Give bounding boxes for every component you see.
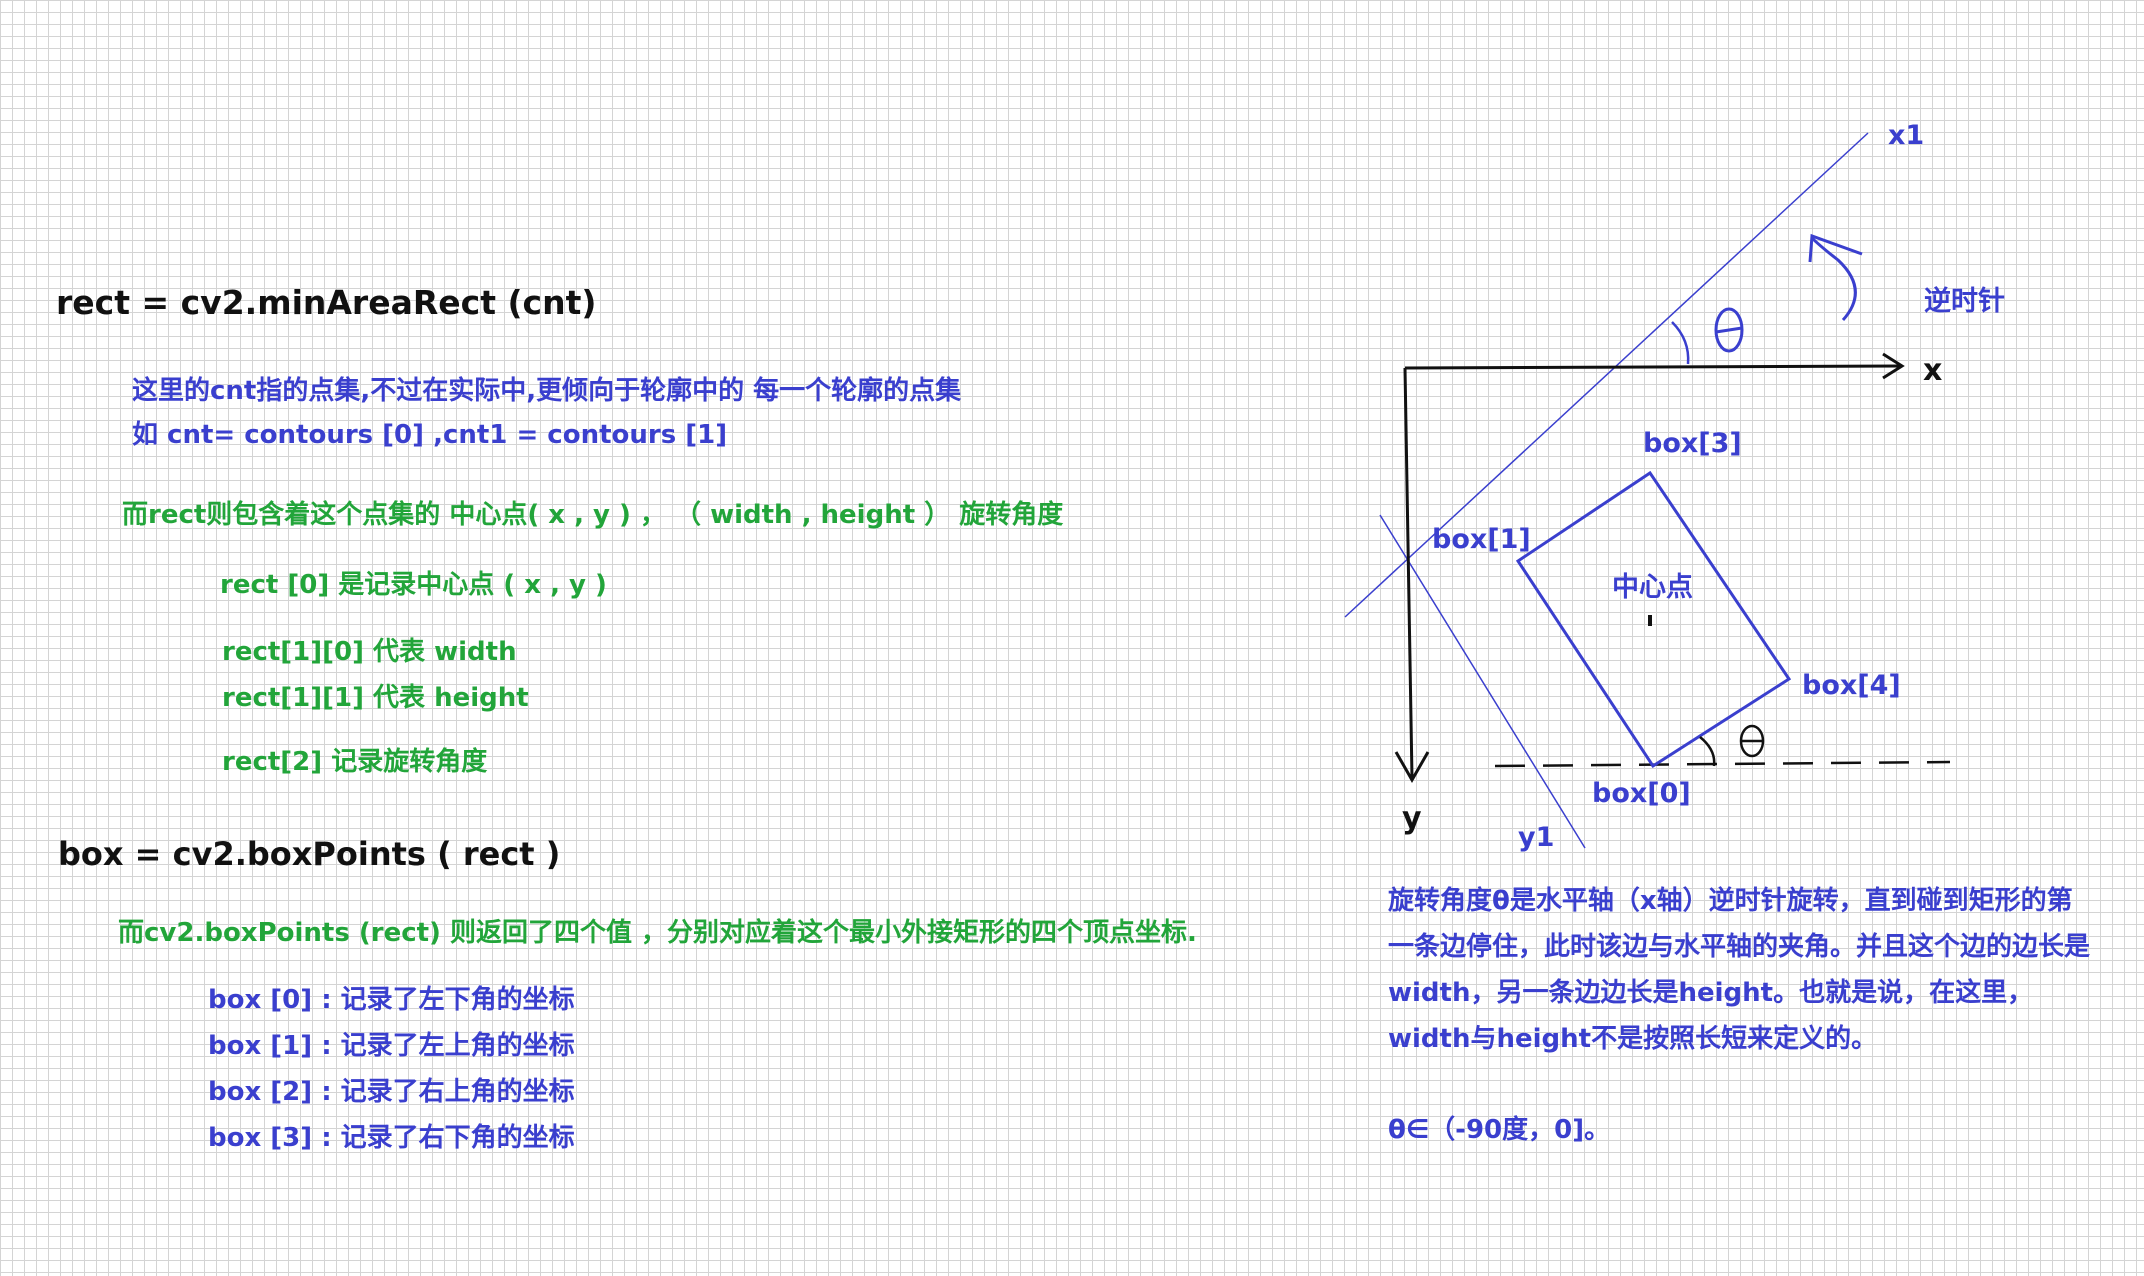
y-axis-label: y: [1402, 801, 1422, 836]
box0-label: box[0]: [1592, 778, 1691, 809]
theta-range: θ∈（-90度，0]。: [1388, 1115, 1611, 1145]
counterclockwise-label: 逆时针: [1924, 286, 2005, 317]
bottom-angle-arc: [1699, 736, 1716, 767]
center-point-label: 中心点: [1612, 572, 1693, 603]
y1-label: y1: [1518, 822, 1555, 853]
rotation-angle-note: 旋转角度θ是水平轴（x轴）逆时针旋转，直到碰到矩形的第一条边停住，此时该边与水平…: [1388, 886, 2091, 1054]
dashed-baseline: [1494, 760, 1951, 768]
x-axis-label: x: [1923, 353, 1943, 388]
box4-label: box[4]: [1802, 670, 1901, 701]
min-area-rectangle: [1515, 470, 1792, 769]
y-axis: [1403, 367, 1414, 779]
x-axis: [1404, 364, 1901, 370]
x1-label: x1: [1888, 120, 1925, 151]
theta-symbol-top-bar: [1715, 326, 1743, 334]
top-angle-arc: [1671, 321, 1690, 365]
rotation-diagram: [1344, 132, 1951, 849]
x1-rotated-axis: [1344, 132, 1869, 618]
box1-label: box[1]: [1432, 524, 1531, 555]
box3-label: box[3]: [1643, 428, 1742, 459]
